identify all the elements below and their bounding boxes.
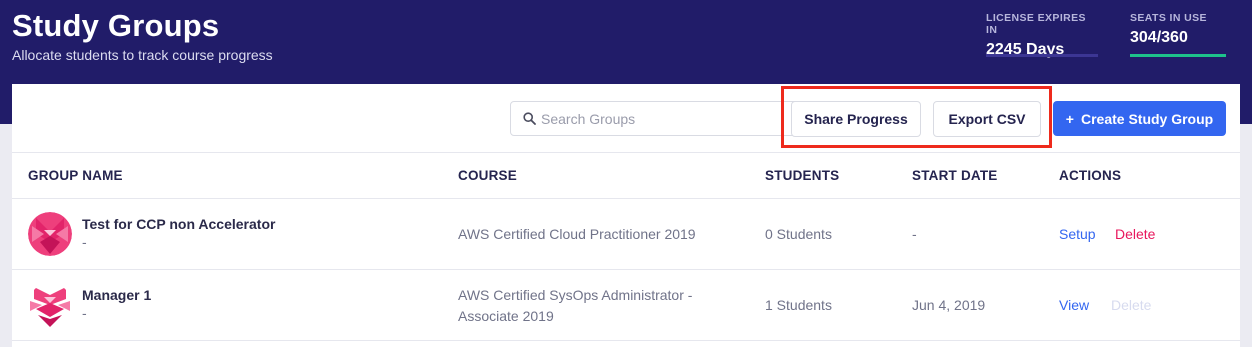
license-progress-bar [986, 54, 1098, 57]
group-name[interactable]: Test for CCP non Accelerator [82, 216, 275, 232]
course-name: AWS Certified SysOps Administrator - [458, 287, 693, 303]
group-subtitle: - [82, 305, 87, 321]
seats-in-use-value: 304/360 [1130, 29, 1188, 46]
plus-icon: + [1065, 110, 1074, 127]
license-expires-stat: LICENSE EXPIRES IN 2245 Days [986, 12, 1098, 59]
column-header-students[interactable]: STUDENTS [765, 168, 839, 183]
search-icon [523, 112, 536, 125]
export-csv-button[interactable]: Export CSV [933, 101, 1041, 137]
group-name[interactable]: Manager 1 [82, 287, 151, 303]
seats-progress-fill [1130, 54, 1226, 57]
create-study-group-label: Create Study Group [1080, 110, 1214, 127]
column-header-group-name[interactable]: GROUP NAME [28, 168, 123, 183]
divider [12, 340, 1240, 341]
students-count: 0 Students [765, 226, 832, 242]
divider [12, 198, 1240, 199]
group-subtitle: - [82, 234, 87, 250]
delete-link-disabled: Delete [1111, 297, 1152, 313]
delete-link[interactable]: Delete [1115, 226, 1155, 242]
start-date: Jun 4, 2019 [912, 297, 986, 313]
page-subtitle: Allocate students to track course progre… [12, 47, 273, 63]
seats-in-use-stat: SEATS IN USE 304/360 [1130, 12, 1226, 57]
divider [12, 152, 1240, 153]
search-box[interactable] [510, 101, 810, 136]
create-study-group-button[interactable]: + Create Study Group [1053, 101, 1226, 136]
column-header-course[interactable]: COURSE [458, 168, 517, 183]
seats-in-use-label: SEATS IN USE [1130, 12, 1207, 24]
page-title: Study Groups [12, 8, 220, 43]
group-avatar [28, 283, 72, 327]
column-header-actions: ACTIONS [1059, 168, 1122, 183]
divider [12, 269, 1240, 270]
search-input[interactable] [541, 103, 791, 134]
seats-progress-bar [1130, 54, 1226, 57]
share-progress-button[interactable]: Share Progress [791, 101, 921, 137]
view-link[interactable]: View [1059, 297, 1089, 313]
license-expires-label: LICENSE EXPIRES IN [986, 12, 1086, 36]
setup-link[interactable]: Setup [1059, 226, 1096, 242]
course-name: AWS Certified Cloud Practitioner 2019 [458, 226, 696, 242]
start-date: - [912, 226, 917, 242]
study-groups-panel: Share Progress Export CSV + Create Study… [12, 84, 1240, 347]
group-avatar [28, 212, 72, 256]
students-count: 1 Students [765, 297, 832, 313]
column-header-start-date[interactable]: START DATE [912, 168, 998, 183]
course-name-line2: Associate 2019 [458, 308, 554, 324]
